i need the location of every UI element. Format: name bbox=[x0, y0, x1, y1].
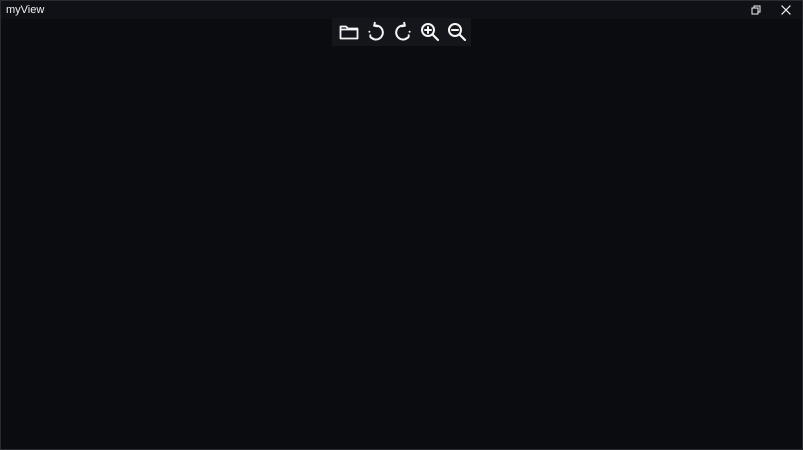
open-folder-button[interactable] bbox=[335, 18, 362, 46]
rotate-right-icon bbox=[394, 21, 411, 41]
app-window: myView bbox=[0, 0, 803, 450]
window-title: myView bbox=[6, 4, 45, 16]
image-toolbar bbox=[332, 18, 471, 46]
zoom-in-icon bbox=[420, 23, 439, 42]
zoom-out-button[interactable] bbox=[443, 18, 470, 46]
rotate-left-icon bbox=[367, 21, 384, 41]
zoom-out-icon bbox=[447, 23, 466, 42]
folder-open-icon bbox=[339, 25, 358, 40]
restore-icon bbox=[751, 5, 761, 15]
rotate-right-button[interactable] bbox=[389, 18, 416, 46]
image-canvas[interactable] bbox=[1, 19, 802, 449]
rotate-left-button[interactable] bbox=[362, 18, 389, 46]
zoom-in-button[interactable] bbox=[416, 18, 443, 46]
close-button[interactable] bbox=[772, 1, 800, 19]
title-bar[interactable]: myView bbox=[1, 1, 802, 19]
close-icon bbox=[781, 5, 791, 15]
restore-button[interactable] bbox=[742, 1, 770, 19]
